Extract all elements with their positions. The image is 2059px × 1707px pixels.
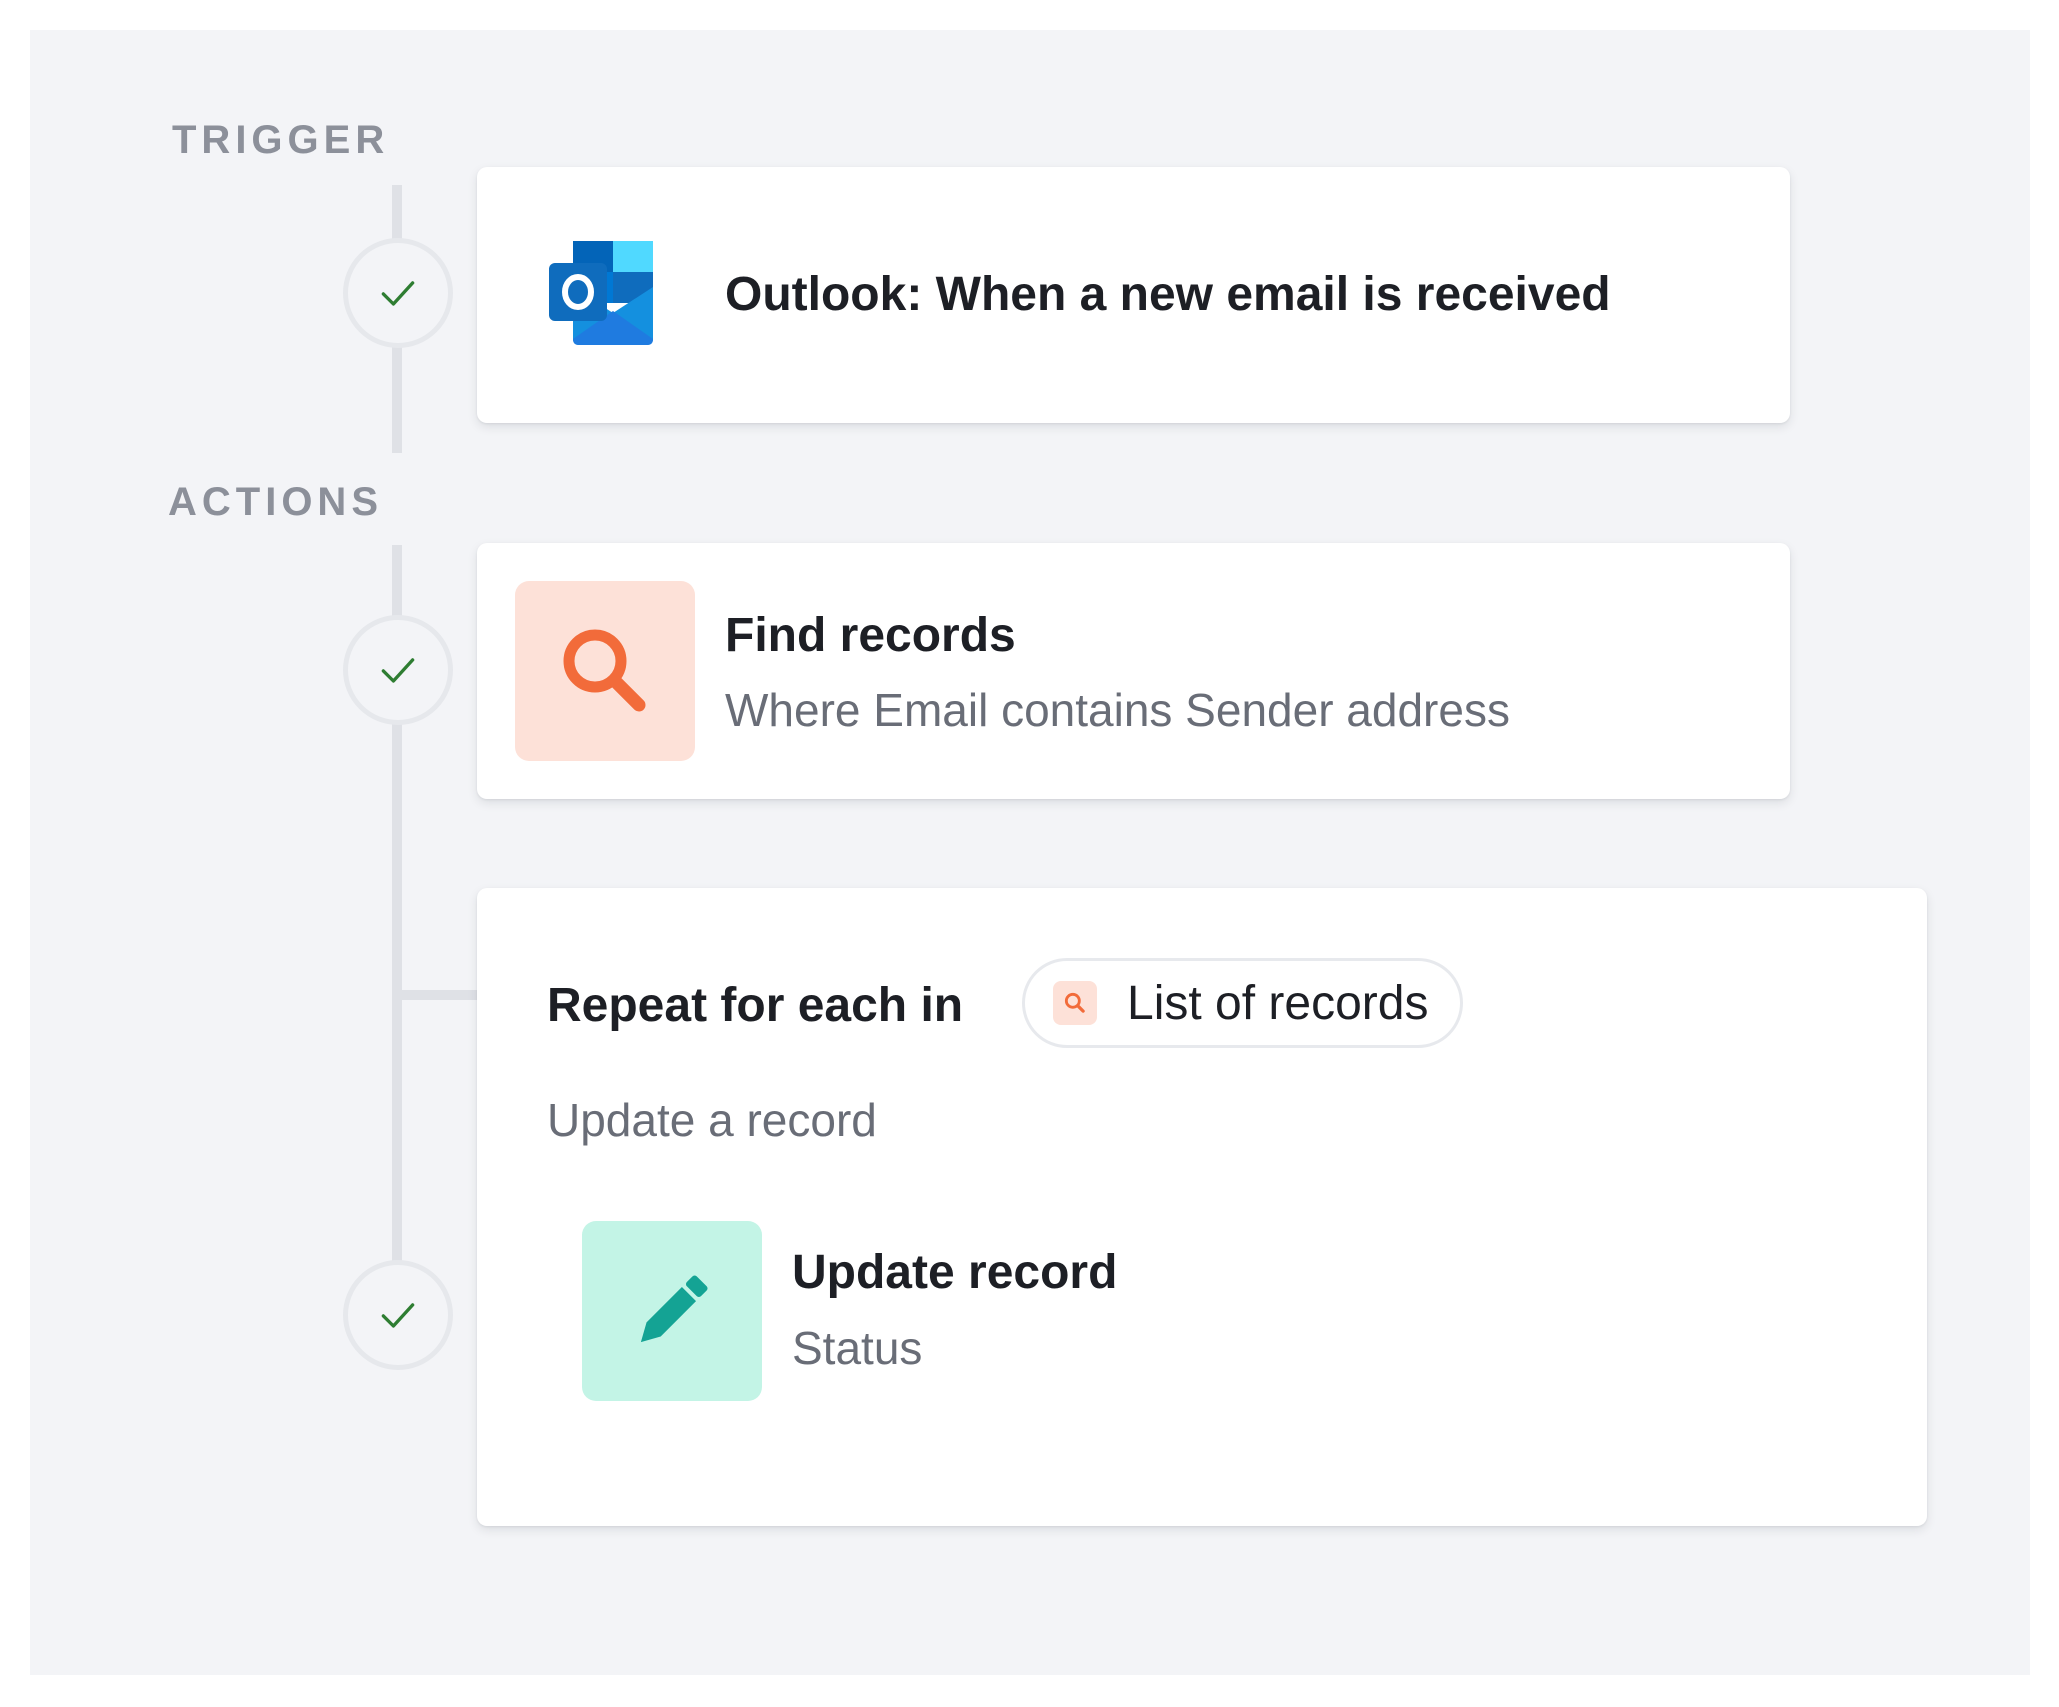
find-records-subtitle: Where Email contains Sender address	[725, 684, 1510, 736]
find-records-step-card[interactable]: Find records Where Email contains Sender…	[477, 543, 1790, 799]
list-of-records-label: List of records	[1127, 976, 1429, 1030]
search-icon	[1053, 981, 1097, 1025]
repeat-description: Update a record	[547, 1094, 877, 1146]
trigger-section-label: TRIGGER	[172, 118, 390, 162]
update-record-step-status	[343, 1260, 453, 1370]
search-icon	[563, 629, 646, 712]
update-record-step[interactable]: Update record Status	[582, 1221, 1382, 1401]
check-icon	[381, 1303, 415, 1328]
repeat-prefix: Repeat for each in	[547, 979, 964, 1032]
trigger-step-card[interactable]: Outlook: When a new email is received	[477, 167, 1790, 423]
actions-section-label: ACTIONS	[168, 480, 383, 524]
trigger-title: Outlook: When a new email is received	[725, 268, 1611, 321]
check-icon	[381, 281, 415, 306]
update-record-app-tile	[582, 1221, 762, 1401]
outlook-icon	[549, 241, 659, 345]
pencil-icon	[640, 1275, 708, 1343]
find-records-step-status	[343, 615, 453, 725]
find-records-title: Find records	[725, 609, 1016, 662]
update-record-title: Update record	[792, 1246, 1118, 1299]
trigger-step-status	[343, 238, 453, 348]
workflow-canvas: TRIGGER ACTIONS Outlook: When a new emai…	[30, 30, 2030, 1675]
list-of-records-pill[interactable]: List of records	[1022, 958, 1464, 1048]
check-icon	[381, 658, 415, 683]
repeat-loop-card[interactable]: Repeat for each in List of records Updat…	[477, 888, 1927, 1526]
find-records-app-tile	[515, 581, 695, 761]
update-record-subtitle: Status	[792, 1322, 923, 1374]
